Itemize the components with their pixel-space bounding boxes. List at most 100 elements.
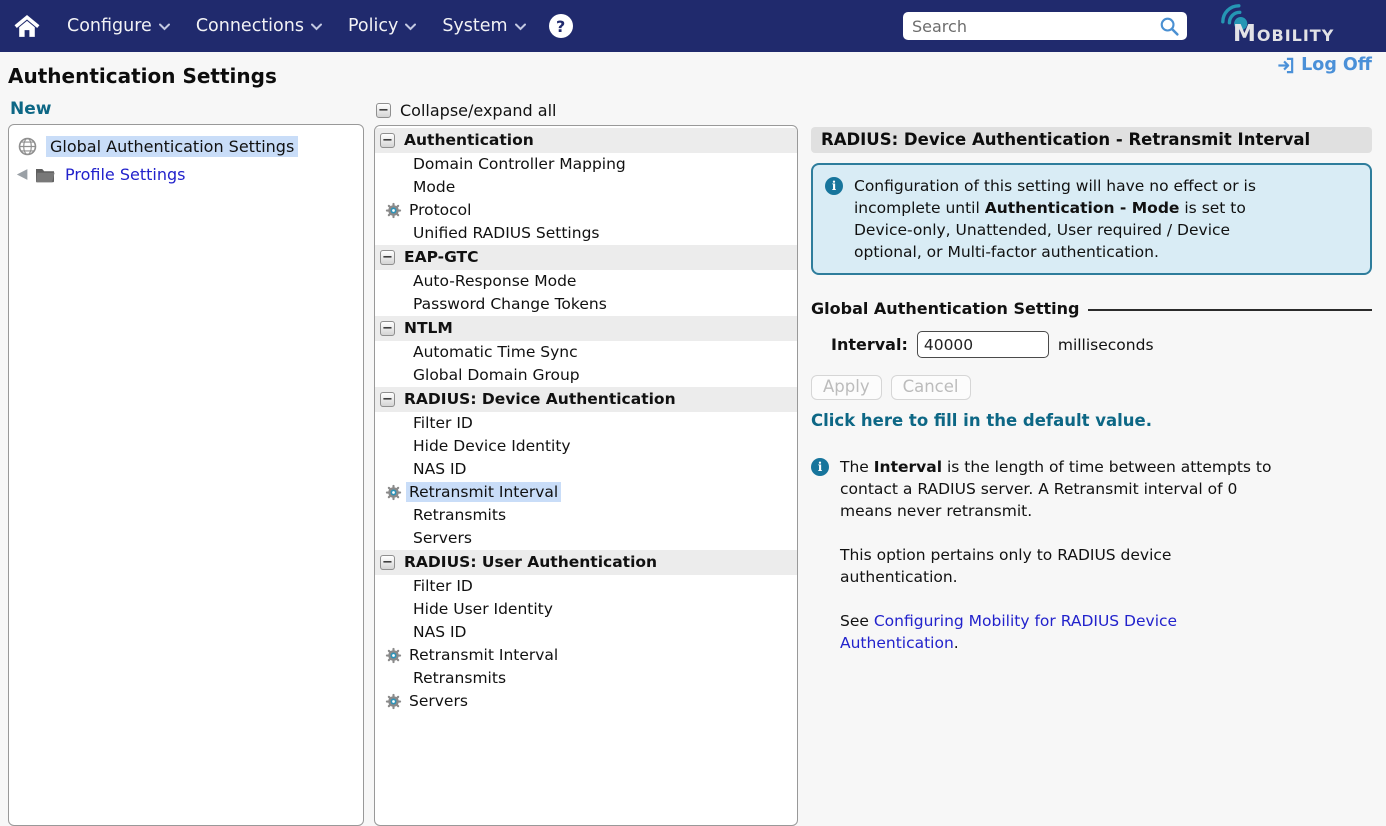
tree-item[interactable]: Auto-Response Mode (375, 270, 797, 293)
section-ntlm: − NTLM (375, 316, 797, 341)
doc-link-line: Authentication (840, 634, 954, 652)
tree-item[interactable]: Hide User Identity (375, 598, 797, 621)
doc-link[interactable]: Configuring Mobility for RADIUS Device Au… (840, 612, 1177, 652)
logout-icon (1276, 56, 1295, 75)
tree-item-label: Servers (406, 691, 471, 711)
tree-item[interactable]: Servers (375, 690, 797, 713)
section-title: RADIUS: Device Authentication (404, 390, 676, 408)
tree-node-profile-settings[interactable]: Profile Settings (14, 161, 358, 188)
fieldset-title: Global Authentication Setting (811, 299, 1079, 318)
tree-item-label: Retransmits (410, 668, 509, 688)
info-line: is the length of time between attempts t… (942, 458, 1271, 476)
fill-default-link[interactable]: Click here to fill in the default value. (811, 411, 1152, 430)
section-title: RADIUS: User Authentication (404, 553, 657, 571)
header-strip: Authentication Settings Log Off (0, 52, 1386, 96)
collapse-triangle-icon[interactable] (16, 168, 29, 181)
tree-item[interactable]: Automatic Time Sync (375, 341, 797, 364)
tree-item-label: Filter ID (410, 413, 476, 433)
logoff-label: Log Off (1301, 55, 1372, 75)
info-line: See (840, 612, 874, 630)
tree-node-label: Global Authentication Settings (46, 136, 298, 157)
tree-item-label: Retransmits (410, 505, 509, 525)
tree-item[interactable]: Hide Device Identity (375, 435, 797, 458)
collapse-all-icon[interactable]: − (376, 103, 391, 118)
notice-bold: Authentication - Mode (985, 199, 1180, 217)
tree-item[interactable]: Filter ID (375, 575, 797, 598)
tree-item[interactable]: Unified RADIUS Settings (375, 222, 797, 245)
section-title: Authentication (404, 131, 534, 149)
tree-item-label: Protocol (406, 200, 474, 220)
tree-item[interactable]: Retransmits (375, 504, 797, 527)
gear-icon (385, 647, 402, 664)
chevron-down-icon (311, 23, 322, 31)
menu-policy[interactable]: Policy (335, 16, 429, 36)
tree-item[interactable]: Password Change Tokens (375, 293, 797, 316)
section-radius-device-auth: − RADIUS: Device Authentication (375, 387, 797, 412)
tree-item[interactable]: Retransmits (375, 667, 797, 690)
tree-item-label: NAS ID (410, 459, 469, 479)
tree-item-label: Filter ID (410, 576, 476, 596)
info-paragraph: See Configuring Mobility for RADIUS Devi… (840, 610, 1271, 654)
interval-input[interactable] (917, 331, 1049, 358)
menu-system[interactable]: System (429, 16, 538, 36)
interval-unit: milliseconds (1058, 336, 1154, 354)
tree-item[interactable]: NAS ID (375, 621, 797, 644)
tree-item[interactable]: Protocol (375, 199, 797, 222)
tree-item-label: Hide Device Identity (410, 436, 574, 456)
home-icon (14, 14, 40, 38)
tree-item-label: Retransmit Interval (406, 645, 561, 665)
info-block: i The Interval is the length of time bet… (811, 456, 1372, 654)
notice-line: is set to (1179, 199, 1245, 217)
button-row: Apply Cancel (811, 375, 1372, 400)
search-icon[interactable] (1159, 16, 1180, 41)
chevron-down-icon (405, 23, 416, 31)
collapse-icon[interactable]: − (380, 555, 395, 570)
tree-item[interactable]: NAS ID (375, 458, 797, 481)
fieldset-rule (1088, 309, 1372, 311)
search-input[interactable] (903, 12, 1187, 40)
settings-panel-title: RADIUS: Device Authentication - Retransm… (811, 127, 1372, 153)
notice-text: Configuration of this setting will have … (854, 175, 1256, 263)
tree-item[interactable]: Mode (375, 176, 797, 199)
tree-item-label: Automatic Time Sync (410, 342, 581, 362)
tree-item[interactable]: Domain Controller Mapping (375, 153, 797, 176)
apply-button[interactable]: Apply (811, 375, 882, 400)
help-icon[interactable]: ? (549, 14, 573, 38)
notice-line: Device-only, Unattended, User required /… (854, 221, 1230, 239)
tree-item-label: Domain Controller Mapping (410, 154, 629, 174)
gear-icon (385, 484, 402, 501)
gear-icon (385, 202, 402, 219)
menu-label: System (442, 16, 507, 36)
collapse-icon[interactable]: − (380, 392, 395, 407)
section-title: EAP-GTC (404, 248, 479, 266)
chevron-down-icon (159, 23, 170, 31)
tree-item[interactable]: Retransmit Interval (375, 644, 797, 667)
logoff-link[interactable]: Log Off (1276, 55, 1372, 75)
tree-item[interactable]: Filter ID (375, 412, 797, 435)
info-line: The (840, 458, 874, 476)
collapse-icon[interactable]: − (380, 250, 395, 265)
globe-icon (18, 137, 37, 156)
content-area: New Global Authentication Settings (0, 96, 1386, 826)
new-link[interactable]: New (10, 99, 51, 119)
collapse-icon[interactable]: − (380, 133, 395, 148)
settings-tree-panel: − Authentication Domain Controller Mappi… (374, 125, 798, 826)
collapse-expand-all: − Collapse/expand all (376, 101, 798, 120)
menu-connections[interactable]: Connections (183, 16, 335, 36)
tree-item-label: Hide User Identity (410, 599, 556, 619)
home-button[interactable] (14, 14, 40, 38)
tree-item[interactable]: Servers (375, 527, 797, 550)
tree-item[interactable]: Global Domain Group (375, 364, 797, 387)
tree-node-global-auth-settings[interactable]: Global Authentication Settings (14, 132, 358, 161)
cancel-button[interactable]: Cancel (891, 375, 971, 400)
section-authentication: − Authentication (375, 128, 797, 153)
info-text: The Interval is the length of time betwe… (840, 456, 1271, 654)
tree-item-selected[interactable]: Retransmit Interval (375, 481, 797, 504)
collapse-icon[interactable]: − (380, 321, 395, 336)
section-radius-user-auth: − RADIUS: User Authentication (375, 550, 797, 575)
menu-configure[interactable]: Configure (54, 16, 183, 36)
tree-item-label: Password Change Tokens (410, 294, 610, 314)
info-bold: Interval (874, 458, 942, 476)
menu-label: Configure (67, 16, 152, 36)
doc-link-line: Configuring Mobility for RADIUS Device (874, 612, 1177, 630)
